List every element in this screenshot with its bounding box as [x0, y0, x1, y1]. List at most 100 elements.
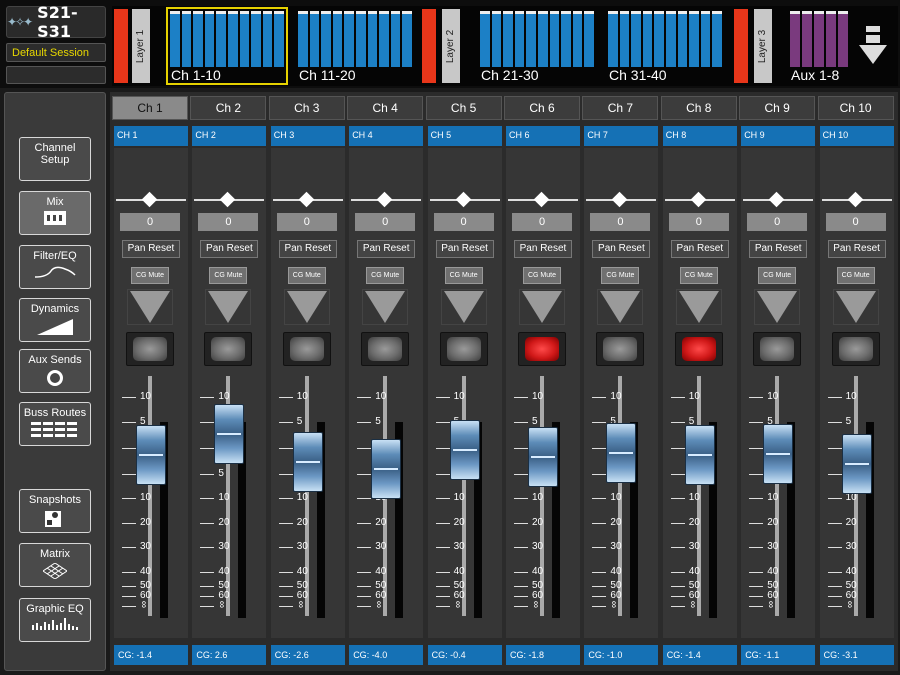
mute-button[interactable] [831, 332, 880, 366]
mute-button[interactable] [674, 332, 723, 366]
nav-dynamics-button[interactable]: Dynamics [19, 298, 91, 342]
pan-reset-button[interactable]: Pan Reset [435, 240, 494, 258]
channel-tab[interactable]: Ch 1 [112, 96, 188, 120]
nav-channel-setup-button[interactable]: Channel Setup [19, 137, 91, 181]
nav-snapshots-button[interactable]: Snapshots [19, 489, 91, 533]
mute-button[interactable] [126, 332, 174, 366]
cg-mute-button[interactable]: CG Mute [287, 267, 326, 284]
mute-button[interactable] [518, 332, 566, 366]
triangle-down-icon[interactable] [208, 291, 249, 323]
triangle-down-icon[interactable] [835, 291, 876, 323]
cg-value-label: CG: -1.8 [506, 645, 580, 665]
mute-button[interactable] [439, 332, 488, 366]
layer-tab-3[interactable]: Layer 3 [754, 9, 772, 83]
fader-handle[interactable] [136, 425, 166, 486]
layer-tab-2[interactable]: Layer 2 [442, 9, 460, 83]
triangle-down-icon[interactable] [600, 291, 641, 323]
fader-scale-tick [278, 572, 293, 573]
triangle-down-icon[interactable] [757, 291, 798, 323]
fader-handle[interactable] [292, 431, 323, 492]
fader-handle[interactable] [371, 438, 402, 499]
mute-button[interactable] [361, 332, 410, 366]
nav-filter-eq-button[interactable]: Filter/EQ [19, 245, 91, 289]
channel-name[interactable]: CH 6 [506, 126, 580, 146]
fader-scale-tick [200, 572, 215, 573]
cg-mute-button[interactable]: CG Mute [366, 267, 405, 284]
bank-ch-1-10[interactable]: Ch 1-10 [166, 7, 288, 85]
cg-mute-button[interactable]: CG Mute [131, 267, 169, 284]
cg-mute-button[interactable]: CG Mute [758, 267, 797, 284]
fader-handle[interactable] [684, 425, 715, 486]
session-name[interactable]: Default Session [6, 43, 106, 62]
channel-tab[interactable]: Ch 7 [582, 96, 659, 120]
pan-reset-button[interactable]: Pan Reset [122, 240, 180, 258]
nav-aux-sends-button[interactable]: Aux Sends [19, 349, 91, 393]
pan-reset-button[interactable]: Pan Reset [278, 240, 337, 258]
fader-handle[interactable] [214, 404, 245, 465]
nav-mix-button[interactable]: Mix [19, 191, 91, 235]
arrow-down-icon[interactable] [858, 26, 888, 66]
channel-name[interactable]: CH 4 [349, 126, 424, 146]
cg-mute-button[interactable]: CG Mute [523, 267, 561, 284]
fader-scale-tick [357, 498, 372, 499]
fader-scale-tick [200, 586, 215, 587]
fader-handle[interactable] [606, 423, 637, 484]
cg-mute-button[interactable]: CG Mute [836, 267, 875, 284]
mute-button[interactable] [204, 332, 253, 366]
channel-tab[interactable]: Ch 2 [190, 96, 267, 120]
channel-name[interactable]: CH 3 [270, 126, 345, 146]
layer-tab-1[interactable]: Layer 1 [132, 9, 150, 83]
bank-ch-31-40[interactable]: Ch 31-40 [606, 9, 724, 83]
mute-button[interactable] [282, 332, 331, 366]
triangle-down-icon[interactable] [365, 291, 406, 323]
fader-scale-tick [827, 448, 842, 449]
cg-mute-button[interactable]: CG Mute [601, 267, 640, 284]
fader-handle[interactable] [763, 423, 794, 484]
bank-ch-21-30[interactable]: Ch 21-30 [478, 9, 596, 83]
fader-handle[interactable] [449, 420, 480, 481]
triangle-down-icon[interactable] [286, 291, 327, 323]
nav-matrix-button[interactable]: Matrix [19, 543, 91, 587]
pan-reset-button[interactable]: Pan Reset [592, 240, 651, 258]
cg-mute-button[interactable]: CG Mute [444, 267, 483, 284]
channel-name[interactable]: CH 5 [427, 126, 502, 146]
cg-mute-button[interactable]: CG Mute [679, 267, 718, 284]
cg-mute-button[interactable]: CG Mute [209, 267, 248, 284]
nav-buss-routes-button[interactable]: Buss Routes [19, 402, 91, 446]
fader-handle[interactable] [841, 434, 872, 495]
channel-name[interactable]: CH 7 [584, 126, 659, 146]
nav-graphic-eq-button[interactable]: Graphic EQ [19, 598, 91, 642]
channel-name[interactable]: CH 10 [819, 126, 894, 146]
pan-reset-button[interactable]: Pan Reset [200, 240, 259, 258]
channel-name[interactable]: CH 1 [114, 126, 188, 146]
pan-reset-button[interactable]: Pan Reset [357, 240, 416, 258]
triangle-down-icon[interactable] [130, 291, 170, 323]
model-badge: ✦✧✦ S21-S31 [6, 3, 106, 41]
mute-button[interactable] [596, 332, 645, 366]
channel-tab[interactable]: Ch 10 [817, 96, 894, 120]
triangle-down-icon[interactable] [443, 291, 484, 323]
bank-aux-1-8[interactable]: Aux 1-8 [788, 9, 850, 83]
fader-scale-tick [514, 586, 528, 587]
pan-reset-button[interactable]: Pan Reset [670, 240, 729, 258]
channel-tab[interactable]: Ch 3 [268, 96, 345, 120]
channel-name[interactable]: CH 8 [662, 126, 737, 146]
pan-reset-button[interactable]: Pan Reset [514, 240, 572, 258]
channel-tab[interactable]: Ch 5 [425, 96, 502, 120]
channel-tab[interactable]: Ch 4 [347, 96, 424, 120]
triangle-down-icon[interactable] [678, 291, 719, 323]
triangle-down-icon[interactable] [522, 291, 562, 323]
channel-name[interactable]: CH 2 [192, 126, 267, 146]
channel-name[interactable]: CH 9 [741, 126, 816, 146]
bank-ch-11-20[interactable]: Ch 11-20 [296, 9, 414, 83]
mute-button[interactable] [753, 332, 802, 366]
fader-handle[interactable] [528, 427, 558, 488]
fader-scale-label: 60 [610, 590, 622, 601]
pan-reset-button[interactable]: Pan Reset [827, 240, 886, 258]
channel-tab[interactable]: Ch 6 [504, 96, 580, 120]
pan-value: 0 [747, 213, 808, 231]
channel-tab[interactable]: Ch 8 [660, 96, 737, 120]
mute-lamp [211, 337, 246, 361]
channel-tab[interactable]: Ch 9 [739, 96, 816, 120]
pan-reset-button[interactable]: Pan Reset [749, 240, 808, 258]
